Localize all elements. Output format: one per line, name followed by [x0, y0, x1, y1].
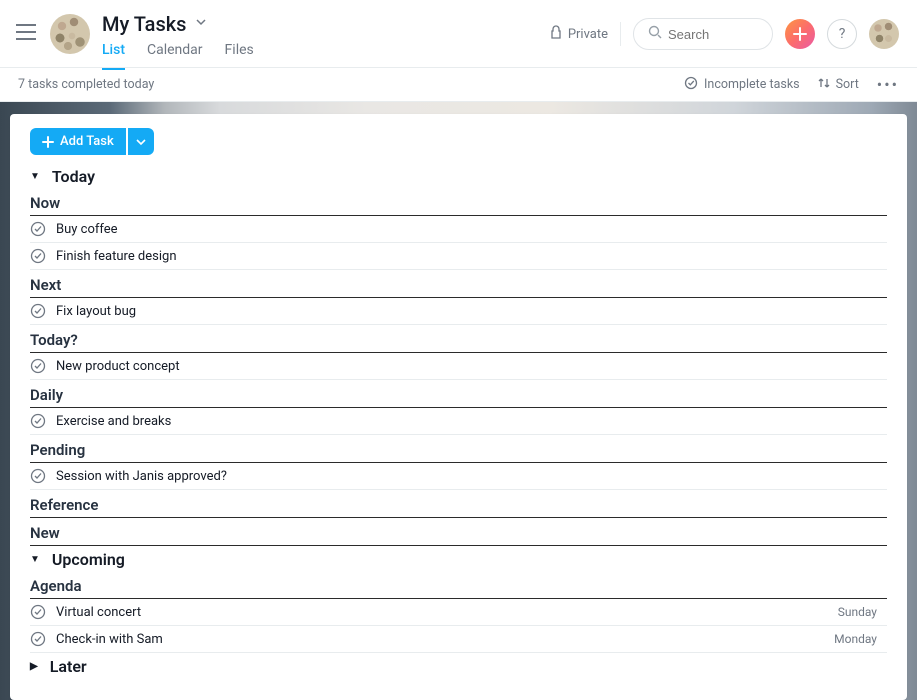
group-heading[interactable]: Agenda: [30, 573, 887, 599]
complete-check-icon[interactable]: [30, 358, 46, 374]
group-heading[interactable]: Reference: [30, 492, 887, 518]
help-button[interactable]: ?: [827, 19, 857, 49]
chevron-down-icon[interactable]: [194, 15, 208, 33]
triangle-down-icon: ▼: [30, 554, 40, 565]
complete-check-icon[interactable]: [30, 248, 46, 264]
task-text: Buy coffee: [56, 222, 118, 237]
more-menu[interactable]: •••: [877, 75, 899, 94]
add-task-dropdown[interactable]: [128, 128, 154, 155]
group-heading[interactable]: Daily: [30, 382, 887, 408]
section-header[interactable]: ▶ Later: [30, 657, 887, 676]
tabs: List Calendar Files: [102, 42, 254, 70]
task-row[interactable]: Finish feature design: [30, 243, 887, 270]
search-input[interactable]: [668, 27, 758, 42]
group-heading[interactable]: Next: [30, 272, 887, 298]
task-row[interactable]: Check-in with Sam Monday: [30, 626, 887, 653]
title-block: My Tasks List Calendar Files: [102, 10, 254, 70]
task-text: Check-in with Sam: [56, 632, 163, 647]
privacy-label: Private: [568, 27, 608, 42]
task-due: Monday: [834, 632, 887, 646]
tab-list[interactable]: List: [102, 42, 125, 70]
complete-check-icon[interactable]: [30, 604, 46, 620]
task-row[interactable]: New product concept: [30, 353, 887, 380]
task-due: Sunday: [838, 605, 887, 619]
task-board: Add Task ▼ Today Now Buy coffee Finish featu…: [10, 114, 907, 700]
privacy-toggle[interactable]: Private: [550, 25, 608, 43]
top-right: Private ?: [550, 18, 899, 50]
section-title: Upcoming: [52, 550, 125, 569]
task-text: Finish feature design: [56, 249, 177, 264]
filter-button[interactable]: Incomplete tasks: [684, 76, 800, 94]
tab-files[interactable]: Files: [225, 42, 254, 70]
triangle-right-icon: ▶: [30, 661, 38, 672]
sort-button[interactable]: Sort: [818, 77, 859, 93]
check-circle-icon: [684, 76, 698, 94]
lock-icon: [550, 25, 562, 43]
sort-label: Sort: [836, 77, 859, 92]
background: Add Task ▼ Today Now Buy coffee Finish featu…: [0, 102, 917, 700]
complete-check-icon[interactable]: [30, 221, 46, 237]
group-heading[interactable]: Pending: [30, 437, 887, 463]
complete-check-icon[interactable]: [30, 468, 46, 484]
complete-check-icon[interactable]: [30, 303, 46, 319]
user-avatar[interactable]: [869, 19, 899, 49]
complete-check-icon[interactable]: [30, 413, 46, 429]
complete-check-icon[interactable]: [30, 631, 46, 647]
task-text: Fix layout bug: [56, 304, 136, 319]
task-text: Session with Janis approved?: [56, 469, 227, 484]
task-row[interactable]: Exercise and breaks: [30, 408, 887, 435]
section-title: Later: [50, 657, 87, 676]
add-task-button[interactable]: Add Task: [30, 128, 126, 155]
task-row[interactable]: Buy coffee: [30, 216, 887, 243]
add-task-label: Add Task: [60, 134, 114, 149]
group-heading[interactable]: Now: [30, 190, 887, 216]
search-input-wrap[interactable]: [633, 18, 773, 50]
task-text: Virtual concert: [56, 605, 141, 620]
divider: [620, 22, 621, 46]
triangle-down-icon: ▼: [30, 171, 40, 182]
task-row[interactable]: Virtual concert Sunday: [30, 599, 887, 626]
completed-status: 7 tasks completed today: [18, 77, 154, 92]
section-header[interactable]: ▼ Upcoming: [30, 550, 887, 569]
page-title: My Tasks: [102, 12, 186, 36]
task-row[interactable]: Fix layout bug: [30, 298, 887, 325]
task-text: Exercise and breaks: [56, 414, 171, 429]
menu-icon[interactable]: [16, 24, 36, 40]
sub-bar: 7 tasks completed today Incomplete tasks…: [0, 68, 917, 102]
plus-icon: [42, 136, 54, 148]
search-icon: [648, 25, 662, 43]
chevron-down-icon: [136, 137, 146, 147]
task-text: New product concept: [56, 359, 180, 374]
section-header[interactable]: ▼ Today: [30, 167, 887, 186]
tab-calendar[interactable]: Calendar: [147, 42, 203, 70]
group-heading[interactable]: Today?: [30, 327, 887, 353]
top-bar: My Tasks List Calendar Files Private: [0, 0, 917, 68]
section-title: Today: [52, 167, 95, 186]
group-heading[interactable]: New: [30, 520, 887, 546]
project-avatar[interactable]: [50, 14, 90, 54]
sort-icon: [818, 77, 830, 93]
global-add-button[interactable]: [785, 19, 815, 49]
filter-label: Incomplete tasks: [704, 77, 800, 92]
task-row[interactable]: Session with Janis approved?: [30, 463, 887, 490]
